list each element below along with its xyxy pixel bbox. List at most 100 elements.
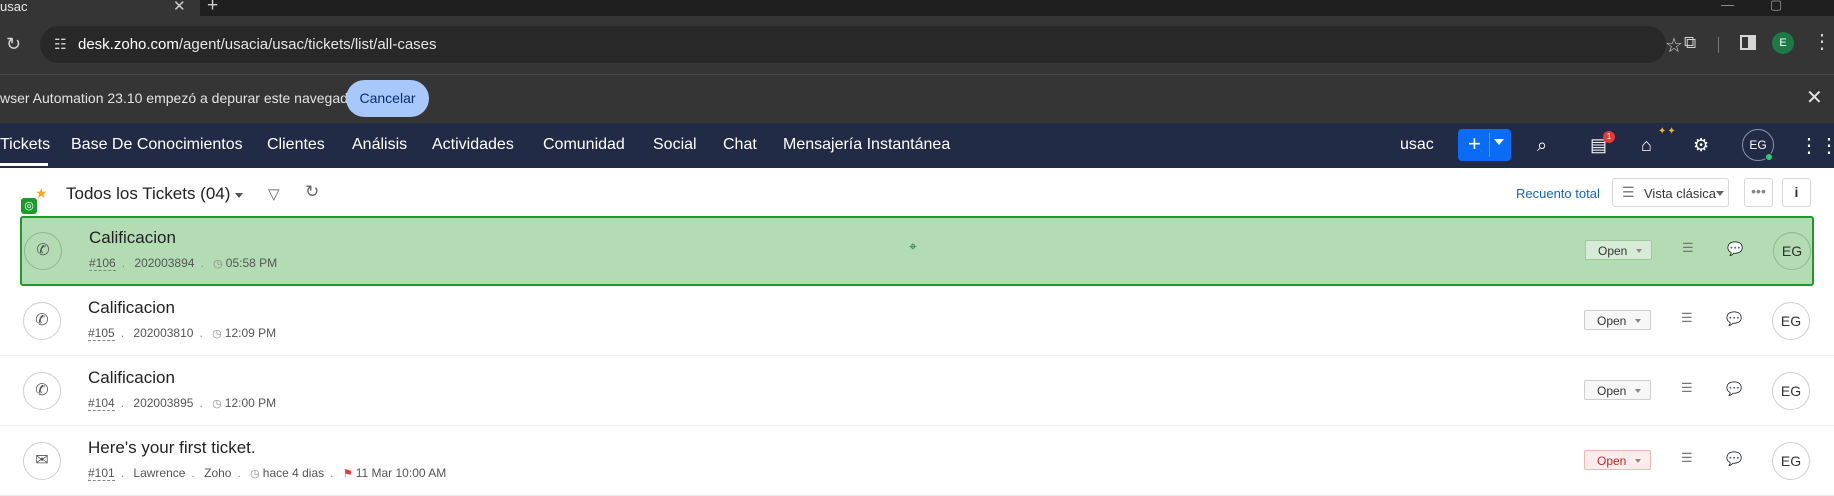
sparkle-icon: ✦✦ bbox=[1658, 126, 1677, 137]
profile-avatar[interactable]: E bbox=[1772, 32, 1794, 54]
ticket-account[interactable]: Zoho bbox=[204, 466, 231, 480]
app-grid-icon[interactable]: ⋮⋮⋮ bbox=[1799, 133, 1834, 158]
filter-icon[interactable]: ▽ bbox=[268, 185, 280, 203]
chevron-down-icon bbox=[1716, 191, 1724, 196]
nav-chat[interactable]: Chat bbox=[723, 136, 757, 154]
new-tab-button[interactable]: + bbox=[207, 0, 218, 17]
agent-avatar[interactable]: EG bbox=[1772, 442, 1810, 480]
ticket-subject[interactable]: Here's your first ticket. bbox=[88, 438, 256, 458]
browser-tab[interactable]: usac ✕ bbox=[0, 0, 200, 16]
comment-icon[interactable]: 💬 bbox=[1726, 451, 1742, 467]
ticket-row[interactable]: ✆ Calificacion #104. 202003895. ◷ 12:00 P… bbox=[0, 356, 1834, 426]
ticket-number[interactable]: #105 bbox=[88, 326, 115, 341]
ticket-contact[interactable]: 202003895 bbox=[133, 396, 193, 410]
ticket-contact[interactable]: 202003810 bbox=[133, 326, 193, 340]
site-info-icon[interactable]: ☷ bbox=[54, 36, 67, 53]
ticket-time: 12:00 PM bbox=[224, 396, 277, 410]
minimize-icon[interactable]: — bbox=[1721, 0, 1734, 12]
gear-icon[interactable]: ⚙ bbox=[1693, 135, 1709, 156]
url-text[interactable]: desk.zoho.com/agent/usacia/usac/tickets/… bbox=[78, 36, 437, 53]
status-dropdown[interactable]: Open bbox=[1585, 240, 1652, 260]
more-options-button[interactable]: ••• bbox=[1744, 178, 1773, 207]
email-icon: ✉ bbox=[23, 442, 61, 480]
ticket-meta: #106. 202003894. ◷ 05:58 PM bbox=[89, 256, 278, 271]
chevron-down-icon[interactable] bbox=[235, 193, 243, 198]
extensions-icon[interactable]: ⧉ bbox=[1684, 33, 1696, 53]
chevron-down-icon bbox=[1636, 249, 1642, 253]
status-dropdown[interactable]: Open bbox=[1584, 310, 1651, 330]
info-button[interactable]: i bbox=[1782, 178, 1811, 207]
browser-tab-strip: usac ✕ + — ▢ bbox=[0, 0, 1834, 16]
ticket-subject[interactable]: Calificacion bbox=[88, 298, 175, 318]
cancel-debug-button[interactable]: Cancelar bbox=[346, 80, 429, 117]
clock-icon: ◷ bbox=[213, 258, 223, 270]
browser-toolbar: ↻ ☷ desk.zoho.com/agent/usacia/usac/tick… bbox=[0, 16, 1834, 74]
bookmark-star-icon[interactable]: ☆ bbox=[1665, 33, 1683, 58]
ticket-contact[interactable]: Lawrence bbox=[133, 466, 185, 480]
view-mode-select[interactable]: ☰ Vista clásica bbox=[1612, 178, 1729, 207]
agent-avatar[interactable]: EG bbox=[1773, 232, 1811, 270]
nav-knowledge-base[interactable]: Base De Conocimientos bbox=[71, 136, 243, 154]
comment-icon[interactable]: 💬 bbox=[1726, 381, 1742, 397]
priority-icon[interactable]: ☰ bbox=[1681, 310, 1693, 326]
add-new-button[interactable]: + bbox=[1458, 129, 1511, 161]
toolbar-divider bbox=[1718, 37, 1719, 53]
department-selector[interactable]: usac bbox=[1400, 136, 1434, 154]
nav-customers[interactable]: Clientes bbox=[267, 136, 325, 154]
clock-icon: ◷ bbox=[212, 328, 222, 340]
crosshair-icon: ⌖ bbox=[909, 238, 917, 254]
maximize-icon[interactable]: ▢ bbox=[1770, 0, 1782, 13]
reload-icon[interactable]: ↻ bbox=[6, 34, 21, 55]
status-dropdown[interactable]: Open bbox=[1584, 450, 1651, 470]
agent-avatar[interactable]: EG bbox=[1772, 372, 1810, 410]
target-icon: ◎ bbox=[21, 198, 37, 214]
ticket-number[interactable]: #101 bbox=[88, 466, 115, 481]
agent-avatar[interactable]: EG bbox=[1772, 302, 1810, 340]
ticket-time: hace 4 dias bbox=[262, 466, 325, 480]
infobar-close-icon[interactable]: ✕ bbox=[1806, 85, 1823, 110]
refresh-icon[interactable]: ↻ bbox=[305, 182, 319, 202]
ticket-time: 05:58 PM bbox=[225, 256, 278, 270]
ticket-due-date: 11 Mar 10:00 AM bbox=[355, 466, 447, 480]
address-bar[interactable]: ☷ desk.zoho.com/agent/usacia/usac/ticket… bbox=[40, 26, 1683, 63]
priority-icon[interactable]: ☰ bbox=[1682, 240, 1694, 256]
nav-instant-messaging[interactable]: Mensajería Instantánea bbox=[783, 136, 950, 154]
ticket-subject[interactable]: Calificacion bbox=[88, 368, 175, 388]
status-dropdown[interactable]: Open bbox=[1584, 380, 1651, 400]
nav-tickets[interactable]: Tickets bbox=[0, 136, 50, 154]
ticket-meta: #104. 202003895. ◷ 12:00 PM bbox=[88, 396, 277, 411]
status-label: Open bbox=[1597, 454, 1627, 468]
marketplace-icon[interactable]: ⌂ bbox=[1641, 135, 1652, 156]
nav-analytics[interactable]: Análisis bbox=[352, 136, 407, 154]
search-icon[interactable]: ⌕ bbox=[1537, 135, 1547, 156]
browser-menu-icon[interactable]: ⋮ bbox=[1812, 29, 1832, 54]
ticket-contact[interactable]: 202003894 bbox=[134, 256, 194, 270]
ticket-subject[interactable]: Calificacion bbox=[89, 228, 176, 248]
chevron-down-icon[interactable] bbox=[1494, 139, 1504, 145]
status-label: Open bbox=[1597, 314, 1627, 328]
total-count-link[interactable]: Recuento total bbox=[1516, 186, 1600, 201]
ticket-row[interactable]: ✆ Calificacion #105. 202003810. ◷ 12:09 P… bbox=[0, 286, 1834, 356]
tab-close-icon[interactable]: ✕ bbox=[173, 0, 186, 15]
ticket-row[interactable]: ✉ Here's your first ticket. #101. Lawren… bbox=[0, 426, 1834, 496]
phone-icon: ✆ bbox=[23, 372, 61, 410]
ticket-number[interactable]: #106 bbox=[89, 256, 116, 271]
chevron-down-icon bbox=[1635, 319, 1641, 323]
ticket-number[interactable]: #104 bbox=[88, 396, 115, 411]
ticket-row[interactable]: ✆ Calificacion #106. 202003894. ◷ 05:58 P… bbox=[20, 216, 1814, 286]
overdue-flag-icon: ⚑ bbox=[342, 468, 353, 480]
nav-social[interactable]: Social bbox=[653, 136, 697, 154]
online-status-dot bbox=[1765, 153, 1773, 161]
clock-icon: ◷ bbox=[250, 468, 260, 480]
chevron-down-icon bbox=[1635, 459, 1641, 463]
ticket-meta: #101. Lawrence. Zoho. ◷ hace 4 dias. ⚑ 11 … bbox=[88, 466, 447, 481]
priority-icon[interactable]: ☰ bbox=[1681, 450, 1693, 466]
nav-activities[interactable]: Actividades bbox=[432, 136, 514, 154]
comment-icon[interactable]: 💬 bbox=[1726, 311, 1742, 327]
priority-icon[interactable]: ☰ bbox=[1681, 380, 1693, 396]
nav-community[interactable]: Comunidad bbox=[543, 136, 625, 154]
side-panel-icon[interactable] bbox=[1740, 35, 1756, 50]
list-view-icon: ☰ bbox=[1622, 184, 1635, 200]
comment-icon[interactable]: 💬 bbox=[1727, 241, 1743, 257]
view-title[interactable]: Todos los Tickets (04) bbox=[66, 184, 230, 204]
